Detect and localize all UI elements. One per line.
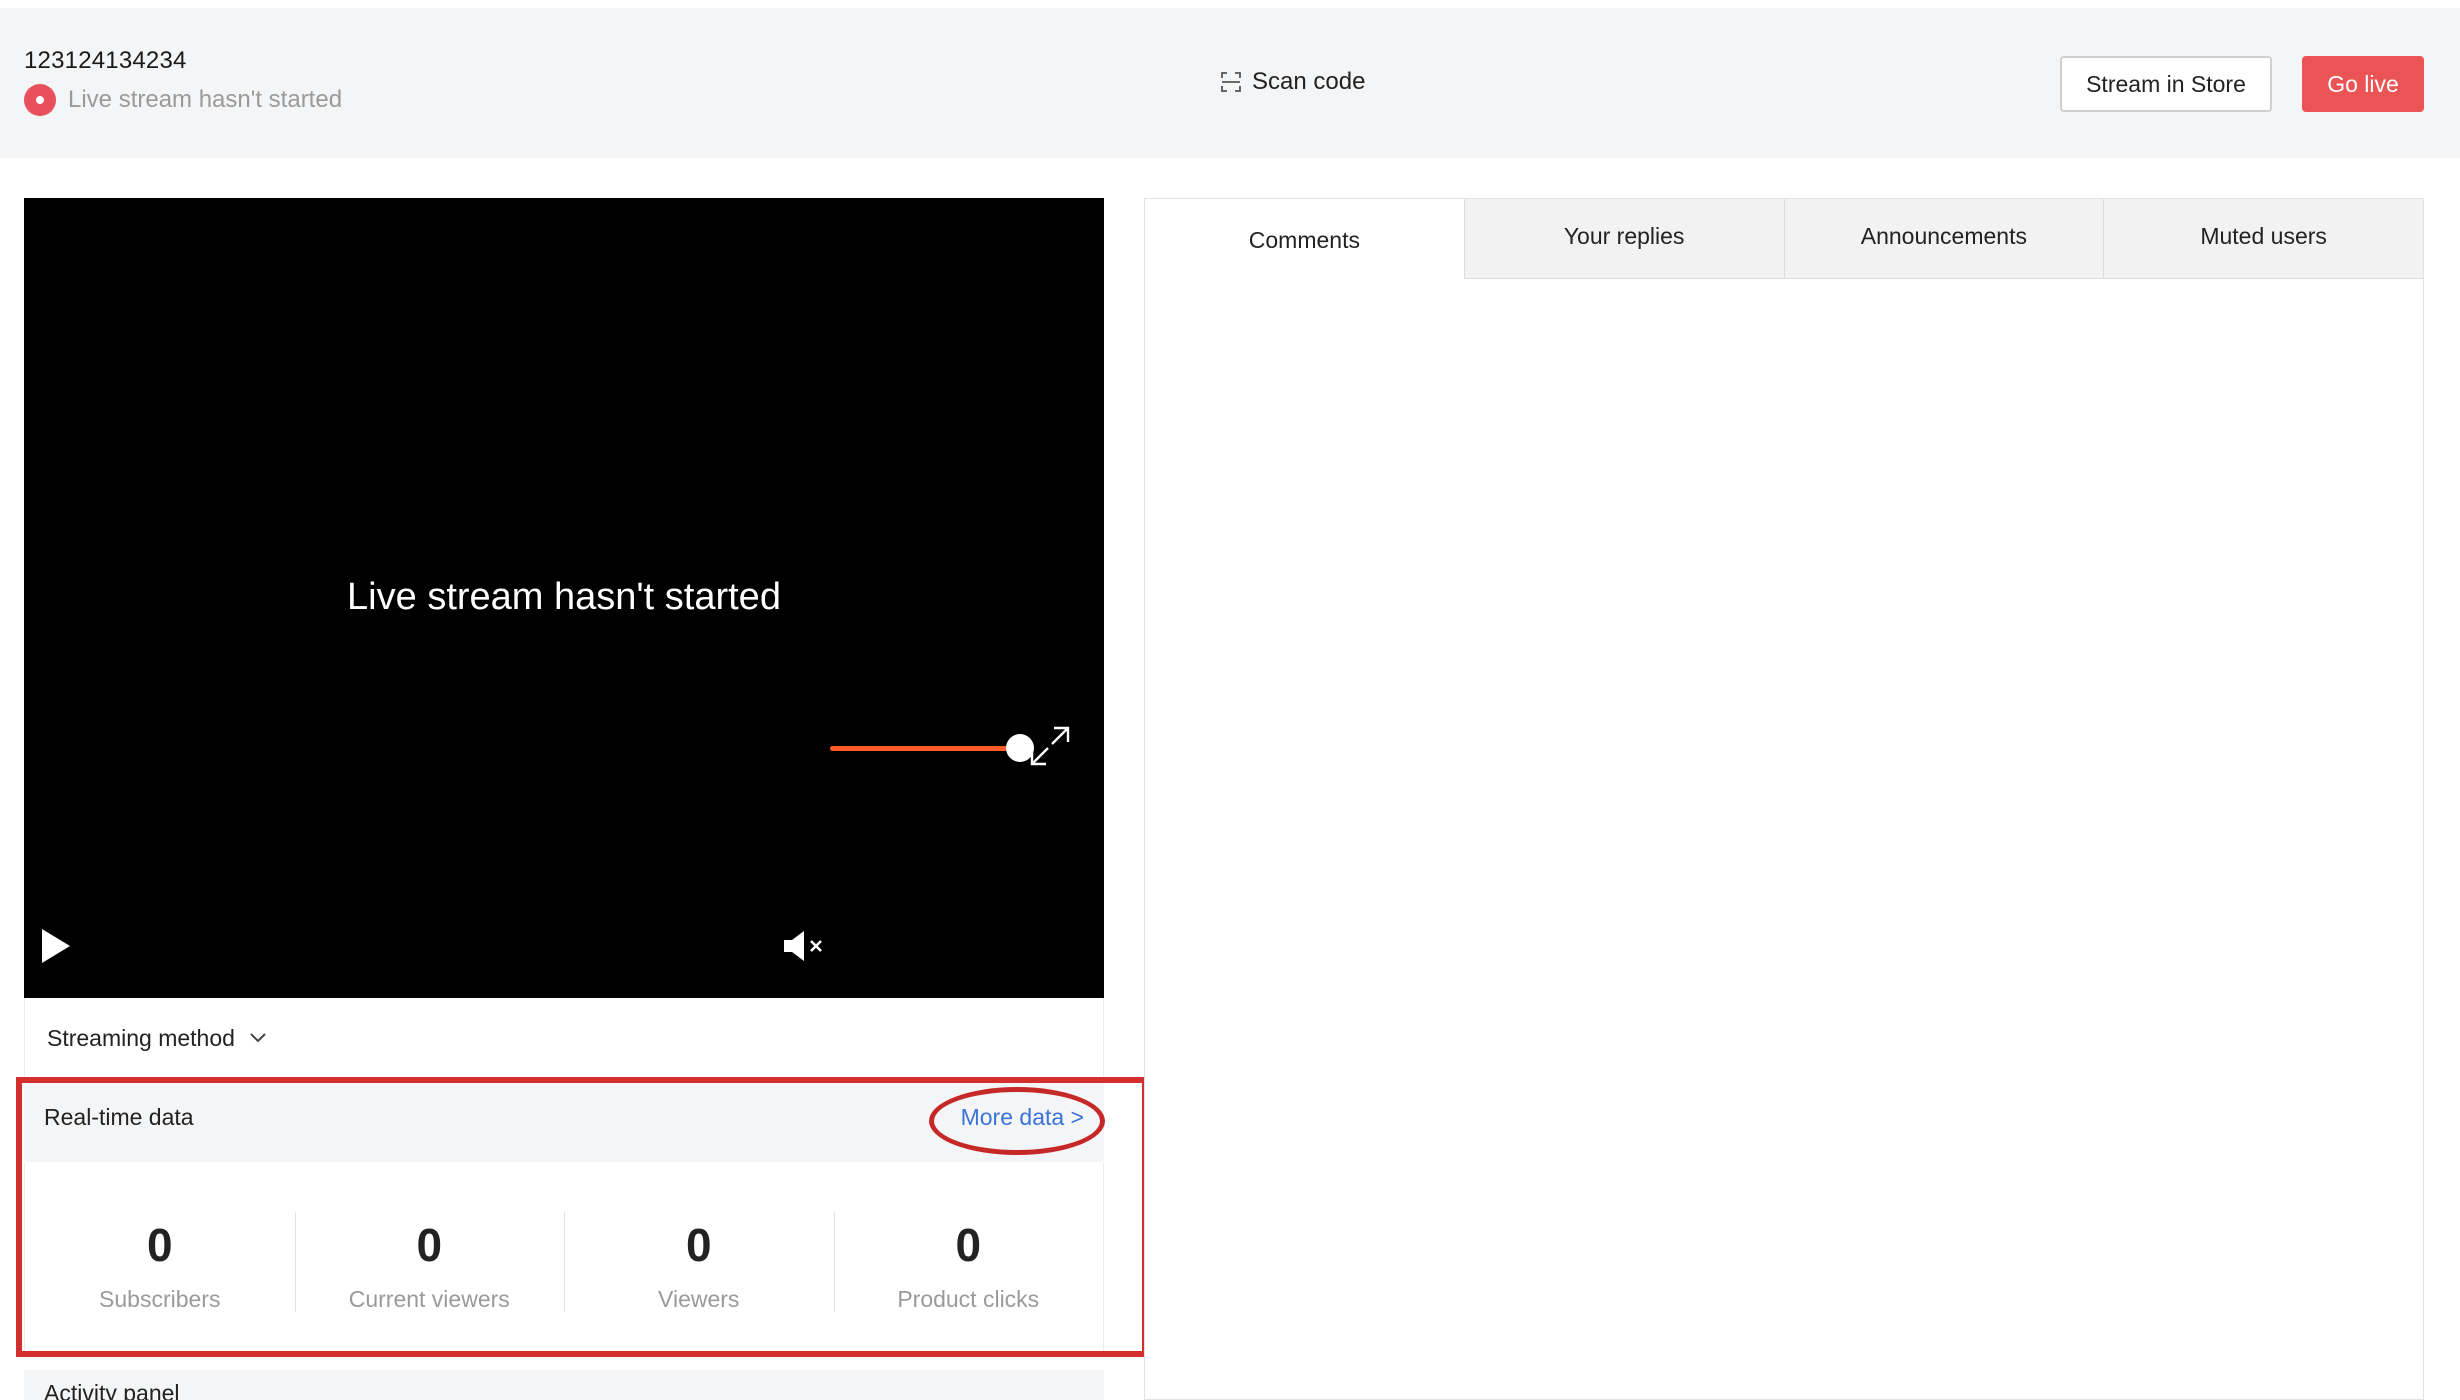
fullscreen-icon[interactable] — [1028, 724, 1072, 768]
chevron-down-icon — [250, 1033, 266, 1043]
volume-slider[interactable] — [830, 746, 1020, 751]
tab-muted-users[interactable]: Muted users — [2103, 199, 2423, 279]
play-icon[interactable] — [38, 926, 72, 966]
comments-panel: Comments Your replies Announcements Mute… — [1144, 198, 2424, 1400]
streaming-method-dropdown[interactable]: Streaming method — [24, 998, 1104, 1078]
panel-tabs: Comments Your replies Announcements Mute… — [1145, 199, 2423, 279]
status-text: Live stream hasn't started — [68, 86, 343, 113]
tab-comments[interactable]: Comments — [1145, 199, 1464, 279]
video-player[interactable]: Live stream hasn't started — [24, 198, 1104, 998]
activity-panel-header: Activity panel — [24, 1370, 1104, 1400]
scan-code-icon — [1221, 72, 1241, 92]
tab-announcements[interactable]: Announcements — [1783, 199, 2104, 279]
player-message: Live stream hasn't started — [347, 576, 781, 618]
streaming-method-label: Streaming method — [47, 1024, 235, 1051]
header-bar: 123124134234 Live stream hasn't started … — [0, 8, 2460, 158]
stream-id: 123124134234 — [24, 47, 187, 74]
stream-in-store-button[interactable]: Stream in Store — [2060, 56, 2272, 112]
live-console-page: 123124134234 Live stream hasn't started … — [0, 0, 2460, 1400]
mute-icon[interactable] — [782, 928, 826, 964]
annotation-highlight-oval — [929, 1087, 1105, 1155]
scan-code-label: Scan code — [1252, 68, 1366, 95]
activity-panel-title: Activity panel — [44, 1380, 180, 1400]
go-live-button[interactable]: Go live — [2302, 56, 2424, 112]
scan-code-button[interactable]: Scan code — [1220, 68, 1365, 96]
tab-your-replies[interactable]: Your replies — [1463, 199, 1784, 279]
status-dot-icon — [24, 84, 56, 116]
stream-status: Live stream hasn't started — [24, 84, 342, 116]
